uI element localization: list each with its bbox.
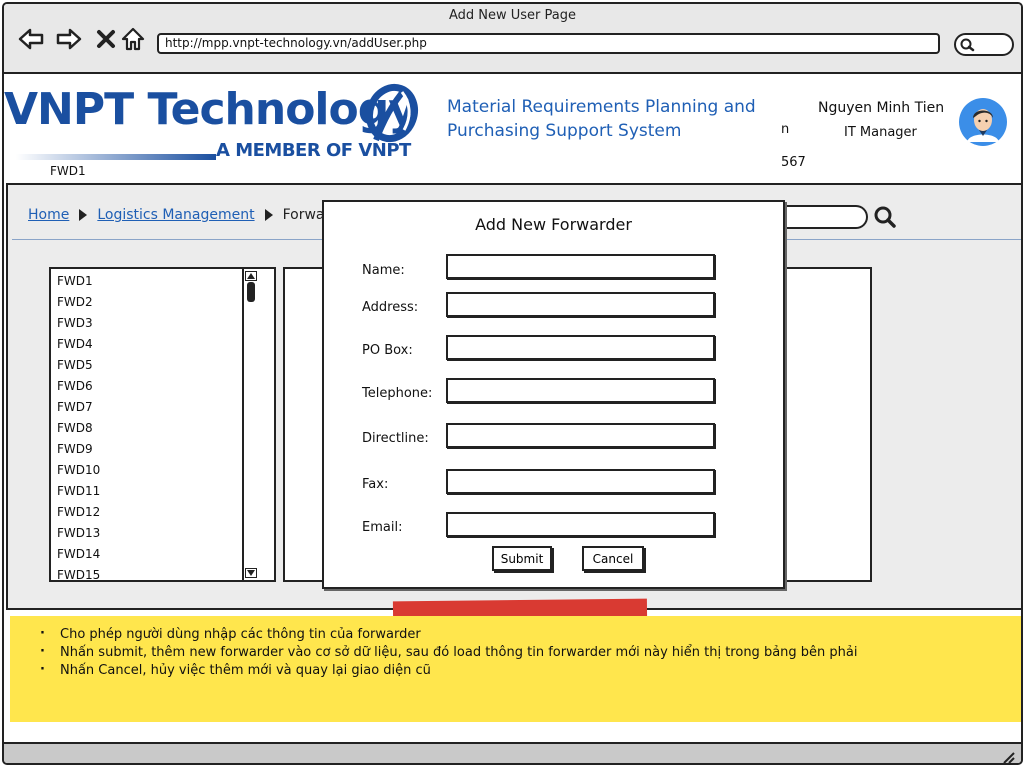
po-box-label: PO Box:	[362, 343, 413, 358]
forwarder-list-items: FWD1 FWD2 FWD3 FWD4 FWD5 FWD6 FWD7 FWD8 FWD9 FWD1…	[57, 271, 100, 586]
list-item[interactable]: FWD14	[57, 544, 100, 565]
breadcrumb: Home Logistics Management Forwa	[28, 207, 324, 223]
annotation-item: Nhấn submit, thêm new forwarder vào cơ s…	[40, 643, 1021, 662]
list-item[interactable]: FWD9	[57, 439, 100, 460]
search-icon	[960, 38, 975, 52]
directline-label: Directline:	[362, 431, 429, 446]
selected-forwarder-label: FWD1	[50, 164, 86, 178]
detail-text-fragment: n	[781, 122, 790, 137]
close-x-icon[interactable]	[93, 26, 119, 52]
system-title: Material Requirements Planning and Purch…	[447, 97, 756, 141]
fax-field[interactable]	[446, 469, 715, 494]
name-label: Name:	[362, 263, 405, 278]
url-input[interactable]: http://mpp.vnpt-technology.vn/addUser.ph…	[157, 33, 940, 54]
user-role: IT Manager	[844, 125, 917, 140]
telephone-field[interactable]	[446, 378, 715, 403]
name-field[interactable]	[446, 254, 715, 279]
list-item[interactable]: FWD6	[57, 376, 100, 397]
directline-field[interactable]	[446, 423, 715, 448]
breadcrumb-separator-icon	[79, 209, 88, 221]
fax-label: Fax:	[362, 477, 389, 492]
scroll-down-icon[interactable]	[245, 568, 257, 578]
cancel-button[interactable]: Cancel	[582, 546, 644, 571]
browser-window: Add New User Page http://mpp.vnpt-techno…	[2, 2, 1023, 765]
list-item[interactable]: FWD12	[57, 502, 100, 523]
annotation-item: Nhấn Cancel, hủy việc thêm mới và quay l…	[40, 661, 1021, 680]
back-arrow-icon[interactable]	[18, 26, 44, 52]
telephone-label: Telephone:	[362, 386, 433, 401]
breadcrumb-separator-icon	[264, 209, 273, 221]
detail-text-fragment: 567	[781, 155, 806, 170]
list-item[interactable]: FWD8	[57, 418, 100, 439]
po-box-field[interactable]	[446, 335, 715, 360]
submit-button[interactable]: Submit	[492, 546, 552, 571]
modal-title: Add New Forwarder	[475, 215, 632, 234]
list-item[interactable]: FWD5	[57, 355, 100, 376]
user-name: Nguyen Minh Tien	[818, 100, 945, 116]
scroll-thumb[interactable]	[247, 282, 255, 302]
list-item[interactable]: FWD11	[57, 481, 100, 502]
avatar[interactable]	[959, 98, 1007, 146]
email-label: Email:	[362, 520, 403, 535]
list-item[interactable]: FWD3	[57, 313, 100, 334]
logo-subtext: A MEMBER OF VNPT	[216, 140, 411, 161]
logo-underline	[16, 154, 216, 160]
email-field[interactable]	[446, 512, 715, 537]
site-header: VNPT Technology A MEMBER OF VNPT FWD1 Ma…	[4, 74, 1021, 182]
browser-status-bar	[4, 742, 1021, 764]
list-item[interactable]: FWD1	[57, 271, 100, 292]
address-field[interactable]	[446, 292, 715, 317]
annotation-note: Cho phép người dùng nhập các thông tin c…	[10, 616, 1021, 722]
window-title: Add New User Page	[448, 8, 577, 23]
resize-grip-icon[interactable]	[1001, 750, 1015, 764]
list-item[interactable]: FWD10	[57, 460, 100, 481]
annotation-item: Cho phép người dùng nhập các thông tin c…	[40, 625, 1021, 644]
breadcrumb-current: Forwa	[282, 207, 325, 223]
browser-search-input[interactable]	[954, 33, 1014, 56]
add-forwarder-modal: Add New Forwarder Name: Address: PO Box:…	[322, 200, 785, 589]
logo-text: VNPT Technology	[4, 84, 417, 135]
forwarder-list[interactable]: FWD1 FWD2 FWD3 FWD4 FWD5 FWD6 FWD7 FWD8 FWD9 FWD1…	[49, 267, 276, 582]
scroll-up-icon[interactable]	[245, 271, 257, 281]
breadcrumb-home-link[interactable]: Home	[28, 207, 69, 223]
list-item[interactable]: FWD15	[57, 565, 100, 586]
list-scrollbar[interactable]	[242, 269, 258, 580]
forward-arrow-icon[interactable]	[56, 26, 82, 52]
list-item[interactable]: FWD2	[57, 292, 100, 313]
browser-chrome: Add New User Page http://mpp.vnpt-techno…	[4, 4, 1021, 74]
annotation-list: Cho phép người dùng nhập các thông tin c…	[10, 616, 1021, 680]
search-icon[interactable]	[873, 205, 897, 229]
home-icon[interactable]	[120, 26, 146, 52]
vnpt-logo-icon	[365, 83, 419, 143]
address-label: Address:	[362, 300, 419, 315]
list-item[interactable]: FWD7	[57, 397, 100, 418]
list-item[interactable]: FWD13	[57, 523, 100, 544]
list-item[interactable]: FWD4	[57, 334, 100, 355]
breadcrumb-logistics-link[interactable]: Logistics Management	[97, 207, 254, 223]
